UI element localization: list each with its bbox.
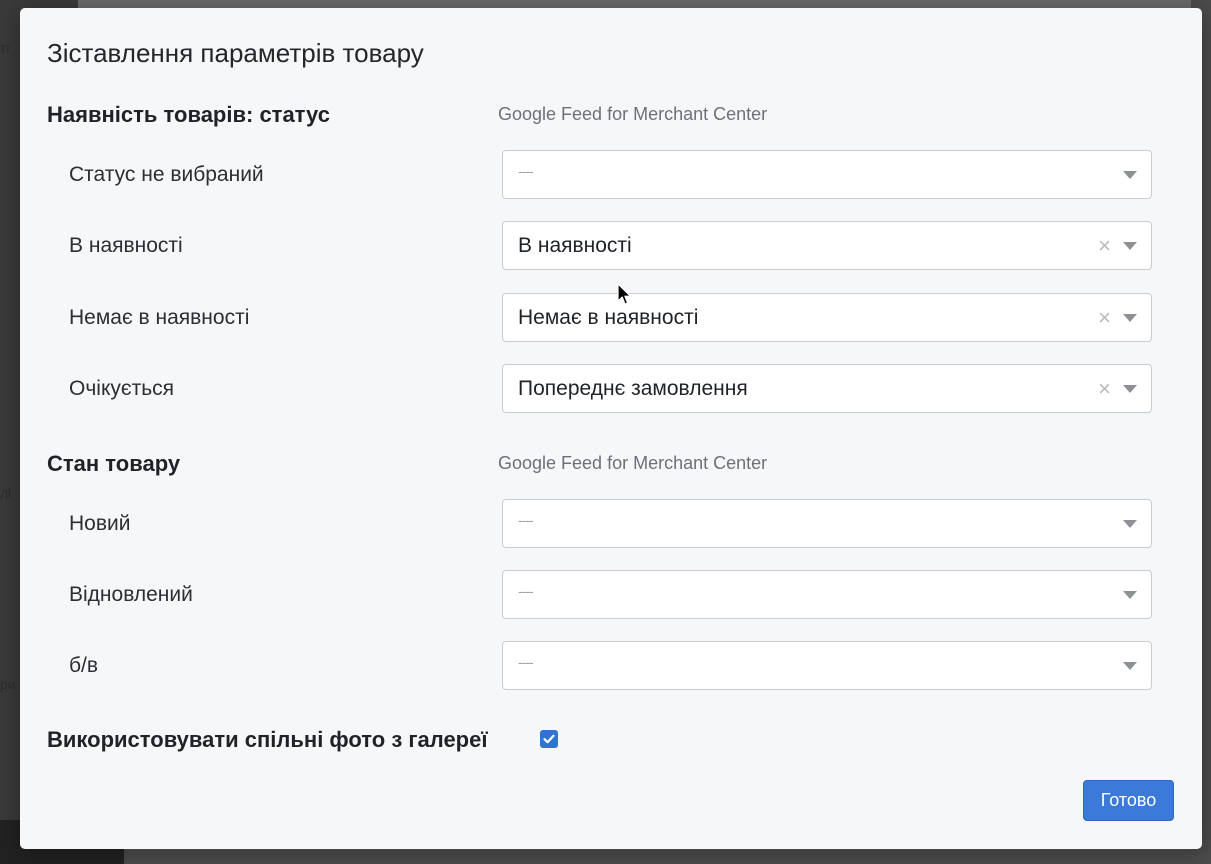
condition-section-title: Стан товару (47, 451, 181, 476)
row-label-used: б/в (69, 654, 99, 677)
caret-down-icon[interactable] (1123, 385, 1137, 393)
select-value: Попереднє замовлення (518, 377, 748, 400)
backdrop-edge-text: ри (0, 676, 16, 692)
row-label-status-not-selected: Статус не вибраний (69, 163, 264, 186)
modal-title: Зіставлення параметрів товару (47, 38, 424, 68)
caret-down-icon[interactable] (1123, 591, 1137, 599)
row-label-expected: Очікується (69, 377, 175, 400)
clear-icon[interactable]: × (1098, 375, 1111, 403)
gallery-photos-label: Використовувати спільні фото з галереї (47, 727, 488, 752)
row-label-new: Новий (69, 512, 131, 535)
clear-icon[interactable]: × (1098, 232, 1111, 260)
clear-icon[interactable]: × (1098, 304, 1111, 332)
caret-down-icon[interactable] (1123, 662, 1137, 670)
select-out-of-stock[interactable]: Немає в наявності × (502, 293, 1152, 342)
caret-down-icon[interactable] (1123, 171, 1137, 179)
caret-down-icon[interactable] (1123, 242, 1137, 250)
caret-down-icon[interactable] (1123, 314, 1137, 322)
backdrop-bottom (124, 850, 1211, 864)
select-refurbished[interactable]: ---- (502, 570, 1152, 619)
condition-section-source: Google Feed for Merchant Center (498, 453, 768, 473)
done-button[interactable]: Готово (1083, 780, 1174, 821)
select-expected[interactable]: Попереднє замовлення × (502, 364, 1152, 413)
backdrop-edge-text: лі (0, 485, 12, 501)
gallery-photos-checkbox[interactable] (540, 730, 558, 748)
availability-section-title: Наявність товарів: статус (47, 102, 330, 127)
availability-section-source: Google Feed for Merchant Center (498, 104, 768, 124)
select-placeholder: ---- (518, 654, 534, 670)
backdrop-edge-text: ті (0, 40, 10, 56)
select-used[interactable]: ---- (502, 641, 1152, 690)
row-label-in-stock: В наявності (69, 234, 183, 257)
row-label-out-of-stock: Немає в наявності (69, 306, 250, 329)
select-placeholder: ---- (518, 583, 534, 599)
select-placeholder: ---- (518, 163, 534, 179)
mouse-cursor-icon (617, 283, 632, 305)
checkmark-icon (543, 734, 555, 744)
mapping-modal: Зіставлення параметрів товару Наявність … (20, 8, 1202, 849)
select-in-stock[interactable]: В наявності × (502, 221, 1152, 270)
select-value: Немає в наявності (518, 306, 699, 329)
select-new[interactable]: ---- (502, 499, 1152, 548)
select-value: В наявності (518, 234, 632, 257)
select-status-not-selected[interactable]: ---- (502, 150, 1152, 199)
select-placeholder: ---- (518, 512, 534, 528)
row-label-refurbished: Відновлений (69, 583, 193, 606)
caret-down-icon[interactable] (1123, 520, 1137, 528)
